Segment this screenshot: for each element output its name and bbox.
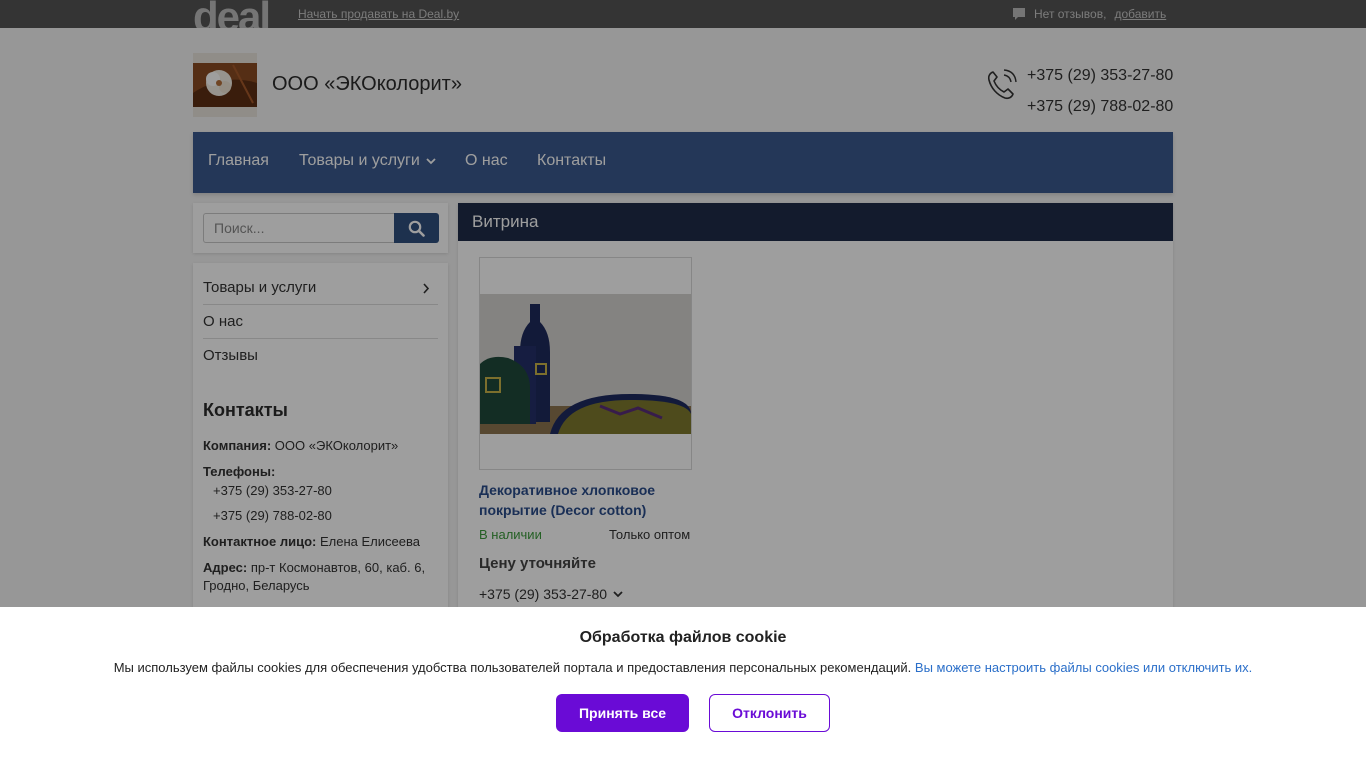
cookie-text: Мы используем файлы cookies для обеспече… [0, 660, 1366, 675]
cookie-banner: Обработка файлов cookie Мы используем фа… [0, 607, 1366, 768]
modal-overlay [0, 0, 1366, 607]
decline-button[interactable]: Отклонить [709, 694, 830, 732]
accept-all-button[interactable]: Принять все [556, 694, 689, 732]
cookie-title: Обработка файлов cookie [579, 629, 787, 646]
cookie-settings-link[interactable]: Вы можете настроить файлы cookies или от… [915, 660, 1252, 675]
cookie-description: Мы используем файлы cookies для обеспече… [113, 660, 912, 675]
